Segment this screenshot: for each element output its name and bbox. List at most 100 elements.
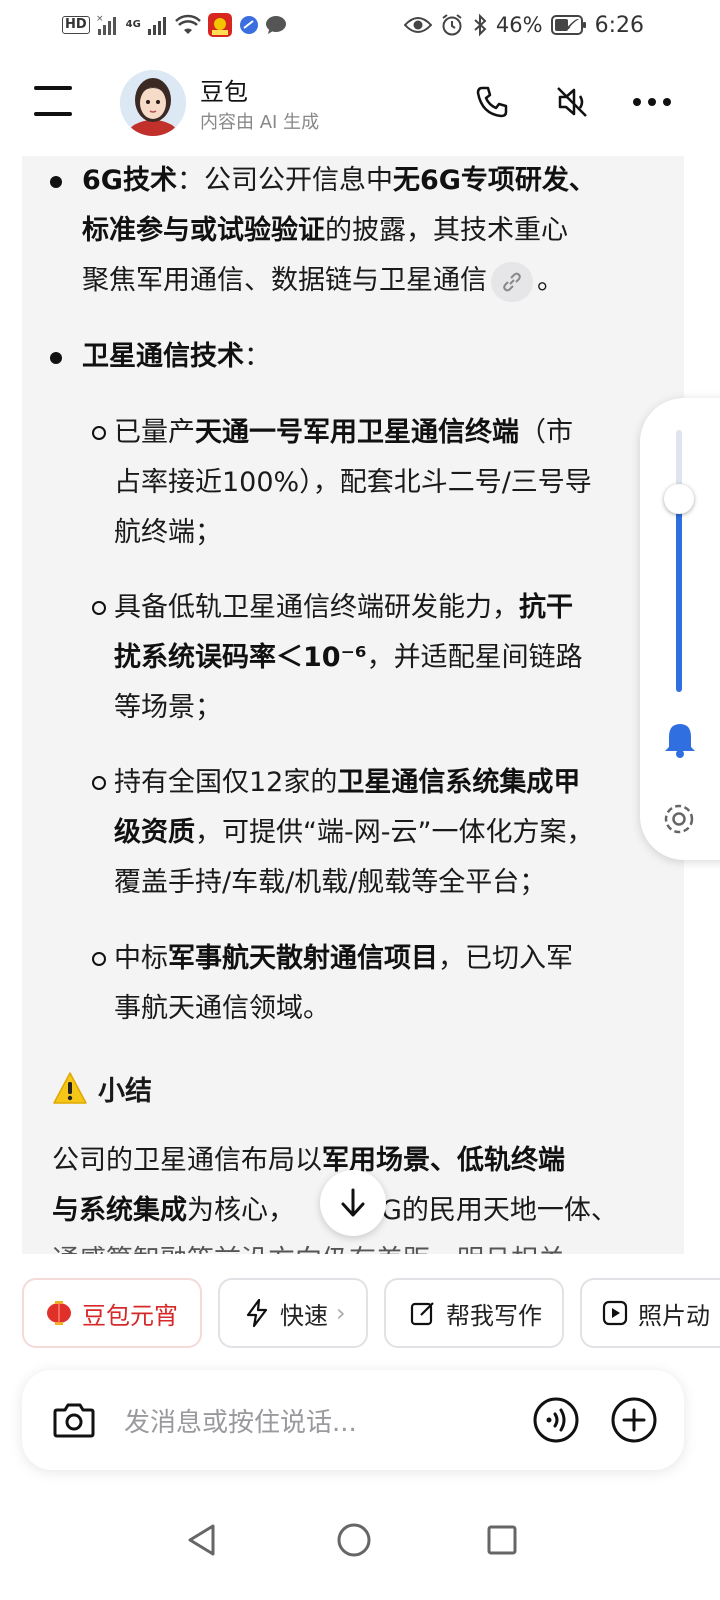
back-button[interactable] — [172, 1510, 232, 1570]
bot-name: 豆包 — [200, 78, 248, 106]
bold-text: 扰系统误码率＜10⁻⁶ — [114, 642, 367, 673]
screen: HD × 4G 46% 6:26 豆包 内容由 AI 生成 6G技术：公司公开信… — [0, 0, 720, 1600]
menu-icon-line — [34, 112, 72, 116]
chip-write-for-me[interactable]: 帮我写作 — [384, 1278, 564, 1348]
text: 航终端； — [114, 517, 222, 548]
summary-heading: 小结 — [52, 1066, 152, 1110]
eye-icon — [403, 15, 432, 35]
chat-message-area[interactable]: 6G技术：公司公开信息中无6G专项研发、 标准参与或试验验证的披露，其技术重心 … — [22, 156, 684, 1254]
gear-icon — [664, 804, 694, 834]
wifi-icon — [174, 14, 201, 36]
bold-text: 卫星通信系统集成甲 — [337, 767, 581, 798]
voice-wave-icon — [533, 1397, 579, 1443]
recents-square-icon — [487, 1525, 517, 1555]
speaker-muted-icon — [557, 87, 587, 117]
recents-button[interactable] — [472, 1510, 532, 1570]
quick-actions-row: 豆包元宵 快速 › 帮我写作 照片动 — [22, 1278, 720, 1348]
warning-icon — [53, 1072, 87, 1104]
summary-title: 小结 — [98, 1075, 152, 1107]
text: 。 — [537, 265, 564, 296]
chip-label: 豆包元宵 — [82, 1301, 178, 1330]
chip-label: 快速 — [280, 1301, 328, 1330]
text: ，可提供“端-网-云”一体化方案， — [195, 817, 594, 848]
text: 聚焦军用通信、数据链与卫星通信 — [82, 265, 487, 296]
battery-percent: 46% — [495, 13, 543, 37]
edit-icon — [408, 1298, 438, 1328]
bullet — [50, 352, 62, 364]
text: 覆盖手持/车载/机载/舰载等全平台； — [114, 867, 547, 898]
sub-item: 持有全国仅12家的卫星通信系统集成甲 级资质，可提供“端-网-云”一体化方案， … — [114, 758, 684, 908]
text: 公司的卫星通信布局以 — [52, 1145, 322, 1176]
more-options-button[interactable] — [630, 80, 674, 124]
home-circle-icon — [337, 1523, 371, 1557]
text: 公司公开信息中 — [203, 165, 393, 196]
bold-text: 天通一号军用卫星通信终端 — [195, 417, 519, 448]
bullet-title: 6G技术 — [82, 165, 177, 196]
message-input[interactable]: 发消息或按住说话... — [124, 1402, 357, 1439]
battery-icon — [550, 14, 587, 36]
sub-bullet — [92, 952, 106, 966]
bold-text: 抗干 — [519, 592, 573, 623]
bullet — [50, 176, 62, 188]
ring-mode-button[interactable] — [660, 720, 700, 764]
hd-indicator: HD — [62, 16, 90, 34]
sub-bullet — [92, 426, 106, 440]
phone-call-button[interactable] — [470, 80, 514, 124]
camera-icon — [53, 1403, 95, 1438]
bold-text: 军事航天散射通信项目 — [168, 943, 438, 974]
text: 通感算智融等前沿方向仍有差距，明且相关 — [52, 1236, 672, 1254]
arrow-down-icon — [341, 1188, 365, 1217]
alarm-icon — [440, 13, 464, 37]
signal-bars-icon — [147, 14, 169, 36]
clock: 6:26 — [594, 12, 644, 38]
lantern-icon — [44, 1298, 74, 1328]
text: 已量产 — [114, 417, 195, 448]
network-type-label: 4G — [125, 19, 141, 30]
system-navigation-bar — [0, 1500, 720, 1600]
sub-item: 具备低轨卫星通信终端研发能力，抗干 扰系统误码率＜10⁻⁶，并适配星间链路 等场… — [114, 583, 684, 733]
chip-photo-animate[interactable]: 照片动 — [580, 1278, 720, 1348]
add-attachment-button[interactable] — [608, 1394, 660, 1446]
sub-bullet — [92, 776, 106, 790]
separator: ： — [244, 341, 271, 372]
avatar[interactable] — [120, 70, 186, 136]
text: 持有全国仅12家的 — [114, 767, 338, 798]
text: （市 — [519, 417, 573, 448]
message-icon — [265, 15, 287, 35]
bold-text: 无6G专项研发、 — [392, 165, 596, 196]
mute-speaker-button[interactable] — [550, 80, 594, 124]
phone-icon — [476, 86, 508, 118]
lightning-icon — [242, 1298, 272, 1328]
text: 占率接近100%），配套北斗二号/三号导 — [114, 467, 592, 498]
chevron-right-icon: › — [336, 1299, 346, 1327]
chip-fast-mode[interactable]: 快速 › — [218, 1278, 368, 1348]
scroll-to-bottom-button[interactable] — [320, 1170, 386, 1236]
menu-icon-line — [34, 86, 72, 90]
bullet-satellite: 卫星通信技术： — [82, 332, 672, 382]
text: ，并适配星间链路 — [366, 642, 583, 673]
app-notification-icon — [207, 12, 233, 38]
text: 的披露，其技术重心 — [325, 215, 568, 246]
volume-slider-knob[interactable] — [664, 484, 694, 514]
menu-button[interactable] — [34, 82, 74, 118]
voice-call-button[interactable] — [530, 1394, 582, 1446]
text: 中标 — [114, 943, 168, 974]
volume-slider-fill — [676, 498, 682, 692]
sub-item: 已量产天通一号军用卫星通信终端（市 占率接近100%），配套北斗二号/三号导 航… — [114, 408, 684, 558]
plus-circle-icon — [611, 1397, 657, 1443]
sound-settings-button[interactable] — [660, 800, 700, 840]
back-triangle-icon — [188, 1524, 215, 1556]
home-button[interactable] — [324, 1510, 384, 1570]
bold-text: 标准参与或试验验证 — [82, 215, 325, 246]
volume-panel — [640, 398, 720, 860]
text: 事航天通信领域。 — [114, 993, 330, 1024]
text: 为核心， — [187, 1195, 295, 1226]
more-dots-icon — [633, 98, 671, 106]
ai-disclaimer: 内容由 AI 生成 — [200, 112, 320, 133]
bluetooth-icon — [472, 13, 488, 37]
bold-text: 级资质 — [114, 817, 195, 848]
bell-icon — [665, 724, 695, 758]
source-link-button[interactable] — [491, 261, 533, 302]
chip-lantern-festival[interactable]: 豆包元宵 — [22, 1278, 202, 1348]
camera-button[interactable] — [48, 1394, 100, 1446]
